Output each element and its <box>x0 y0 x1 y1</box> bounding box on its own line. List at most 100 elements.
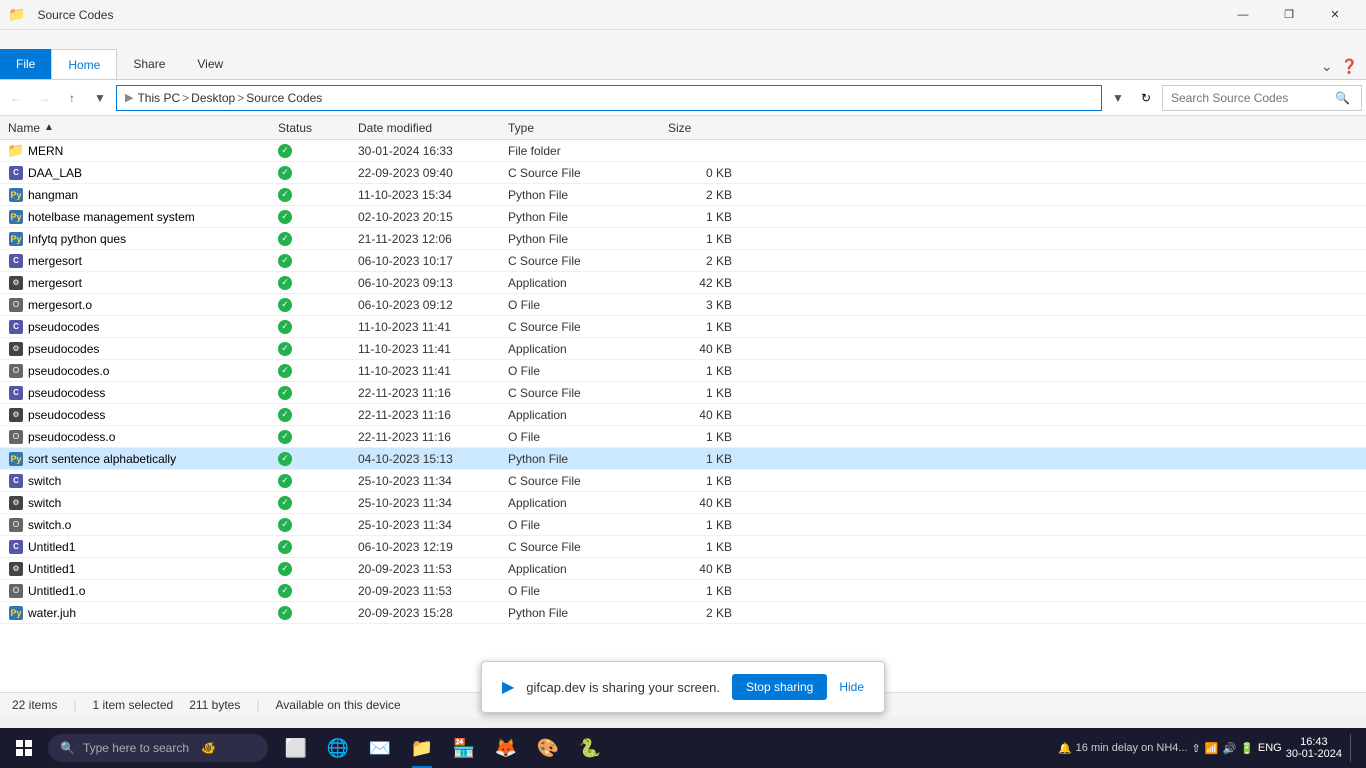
tab-home[interactable]: Home <box>51 49 117 79</box>
hide-button[interactable]: Hide <box>839 680 864 694</box>
python-file-icon: Py <box>9 210 23 224</box>
explorer-icon: 📁 <box>411 738 433 759</box>
file-date: 11-10-2023 11:41 <box>350 364 500 378</box>
close-button[interactable]: ✕ <box>1312 0 1358 30</box>
file-name: pseudocodes.o <box>28 364 109 378</box>
table-row[interactable]: Py Infytq python ques ✓ 21-11-2023 12:06… <box>0 228 1366 250</box>
search-icon[interactable]: 🔍 <box>1335 91 1350 105</box>
taskbar-python[interactable]: 🐍 <box>570 728 610 768</box>
file-name: DAA_LAB <box>28 166 82 180</box>
table-row[interactable]: C pseudocodess ✓ 22-11-2023 11:16 C Sour… <box>0 382 1366 404</box>
file-name: Untitled1.o <box>28 584 85 598</box>
file-name-cell: Py water.juh <box>0 605 270 621</box>
tab-view[interactable]: View <box>181 49 239 79</box>
start-button[interactable] <box>4 728 44 768</box>
share-screen-icon: ▶ <box>502 677 514 697</box>
file-name: Untitled1 <box>28 562 75 576</box>
file-name: pseudocodess <box>28 386 105 400</box>
speaker-icon[interactable]: 🔊 <box>1222 742 1236 755</box>
table-row[interactable]: Py hotelbase management system ✓ 02-10-2… <box>0 206 1366 228</box>
sort-arrow-icon: ▲ <box>44 122 54 133</box>
file-status: ✓ <box>270 166 350 180</box>
table-row[interactable]: C mergesort ✓ 06-10-2023 10:17 C Source … <box>0 250 1366 272</box>
table-row[interactable]: ⚙ Untitled1 ✓ 20-09-2023 11:53 Applicati… <box>0 558 1366 580</box>
table-row[interactable]: O mergesort.o ✓ 06-10-2023 09:12 O File … <box>0 294 1366 316</box>
address-path[interactable]: ▶ This PC > Desktop > Source Codes <box>116 85 1102 111</box>
maximize-button[interactable]: ❐ <box>1266 0 1312 30</box>
ribbon: File Home Share View ⌄ ❓ <box>0 30 1366 80</box>
taskbar-mail[interactable]: ✉️ <box>360 728 400 768</box>
stop-sharing-button[interactable]: Stop sharing <box>732 674 827 700</box>
show-desktop-button[interactable] <box>1350 734 1354 762</box>
table-row[interactable]: ⚙ pseudocodess ✓ 22-11-2023 11:16 Applic… <box>0 404 1366 426</box>
table-row[interactable]: Py hangman ✓ 11-10-2023 15:34 Python Fil… <box>0 184 1366 206</box>
table-row[interactable]: 📁 MERN ✓ 30-01-2024 16:33 File folder <box>0 140 1366 162</box>
table-row[interactable]: C Untitled1 ✓ 06-10-2023 12:19 C Source … <box>0 536 1366 558</box>
col-header-size[interactable]: Size <box>660 121 740 135</box>
tab-share[interactable]: Share <box>117 49 181 79</box>
table-row[interactable]: O Untitled1.o ✓ 20-09-2023 11:53 O File … <box>0 580 1366 602</box>
table-row[interactable]: O pseudocodes.o ✓ 11-10-2023 11:41 O Fil… <box>0 360 1366 382</box>
notification-icon[interactable]: 🔔 <box>1058 742 1072 755</box>
file-size: 3 KB <box>660 298 740 312</box>
file-size: 42 KB <box>660 276 740 290</box>
table-row[interactable]: ⚙ pseudocodes ✓ 11-10-2023 11:41 Applica… <box>0 338 1366 360</box>
sync-status-icon: ✓ <box>278 408 292 422</box>
minimize-button[interactable]: — <box>1220 0 1266 30</box>
table-row[interactable]: C switch ✓ 25-10-2023 11:34 C Source Fil… <box>0 470 1366 492</box>
table-row[interactable]: O switch.o ✓ 25-10-2023 11:34 O File 1 K… <box>0 514 1366 536</box>
file-name-cell: ⚙ Untitled1 <box>0 561 270 577</box>
recent-locations-button[interactable]: ▼ <box>88 86 112 110</box>
file-name-cell: ⚙ mergesort <box>0 275 270 291</box>
file-type: C Source File <box>500 474 660 488</box>
address-dropdown-button[interactable]: ▼ <box>1106 86 1130 110</box>
file-size: 40 KB <box>660 496 740 510</box>
share-message: gifcap.dev is sharing your screen. <box>526 680 720 695</box>
taskbar-task-view[interactable]: ⬜ <box>276 728 316 768</box>
task-view-icon: ⬜ <box>285 738 307 759</box>
o-file-icon: O <box>9 298 23 312</box>
table-row[interactable]: ⚙ mergesort ✓ 06-10-2023 09:13 Applicati… <box>0 272 1366 294</box>
search-input[interactable] <box>1171 91 1331 105</box>
forward-button[interactable]: → <box>32 86 56 110</box>
tray-chevron[interactable]: ⇧ <box>1192 742 1201 755</box>
col-header-name[interactable]: Name ▲ <box>0 121 270 135</box>
file-name: switch <box>28 496 61 510</box>
table-row[interactable]: Py sort sentence alphabetically ✓ 04-10-… <box>0 448 1366 470</box>
sync-status-icon: ✓ <box>278 540 292 554</box>
table-row[interactable]: C pseudocodes ✓ 11-10-2023 11:41 C Sourc… <box>0 316 1366 338</box>
col-header-status[interactable]: Status <box>270 121 350 135</box>
taskbar-clock[interactable]: 16:43 30-01-2024 <box>1286 736 1342 760</box>
title-bar-controls: — ❐ ✕ <box>1220 0 1358 30</box>
file-name: mergesort <box>28 276 82 290</box>
taskbar-firefox[interactable]: 🦊 <box>486 728 526 768</box>
ribbon-expand-icon[interactable]: ⌄ <box>1321 58 1333 75</box>
refresh-button[interactable]: ↻ <box>1134 86 1158 110</box>
file-type: Python File <box>500 606 660 620</box>
table-row[interactable]: O pseudocodess.o ✓ 22-11-2023 11:16 O Fi… <box>0 426 1366 448</box>
sync-status-icon: ✓ <box>278 166 292 180</box>
table-row[interactable]: Py water.juh ✓ 20-09-2023 15:28 Python F… <box>0 602 1366 624</box>
file-type: Python File <box>500 232 660 246</box>
table-row[interactable]: ⚙ switch ✓ 25-10-2023 11:34 Application … <box>0 492 1366 514</box>
taskbar-file-explorer[interactable]: 📁 <box>402 728 442 768</box>
language: ENG <box>1258 742 1282 754</box>
sync-status-icon: ✓ <box>278 430 292 444</box>
up-button[interactable]: ↑ <box>60 86 84 110</box>
table-row[interactable]: C DAA_LAB ✓ 22-09-2023 09:40 C Source Fi… <box>0 162 1366 184</box>
col-header-date[interactable]: Date modified <box>350 121 500 135</box>
back-button[interactable]: ← <box>4 86 28 110</box>
tab-file[interactable]: File <box>0 49 51 79</box>
file-name-cell: O switch.o <box>0 517 270 533</box>
file-size: 2 KB <box>660 254 740 268</box>
taskbar-search[interactable]: 🔍 Type here to search 🐠 <box>48 734 268 762</box>
sync-status-icon: ✓ <box>278 584 292 598</box>
file-status: ✓ <box>270 298 350 312</box>
taskbar-app6[interactable]: 🎨 <box>528 728 568 768</box>
file-name-cell: C DAA_LAB <box>0 165 270 181</box>
ribbon-help-icon[interactable]: ❓ <box>1341 58 1358 75</box>
col-header-type[interactable]: Type <box>500 121 660 135</box>
taskbar-edge[interactable]: 🌐 <box>318 728 358 768</box>
taskbar-store[interactable]: 🏪 <box>444 728 484 768</box>
app-file-icon: ⚙ <box>9 408 23 422</box>
